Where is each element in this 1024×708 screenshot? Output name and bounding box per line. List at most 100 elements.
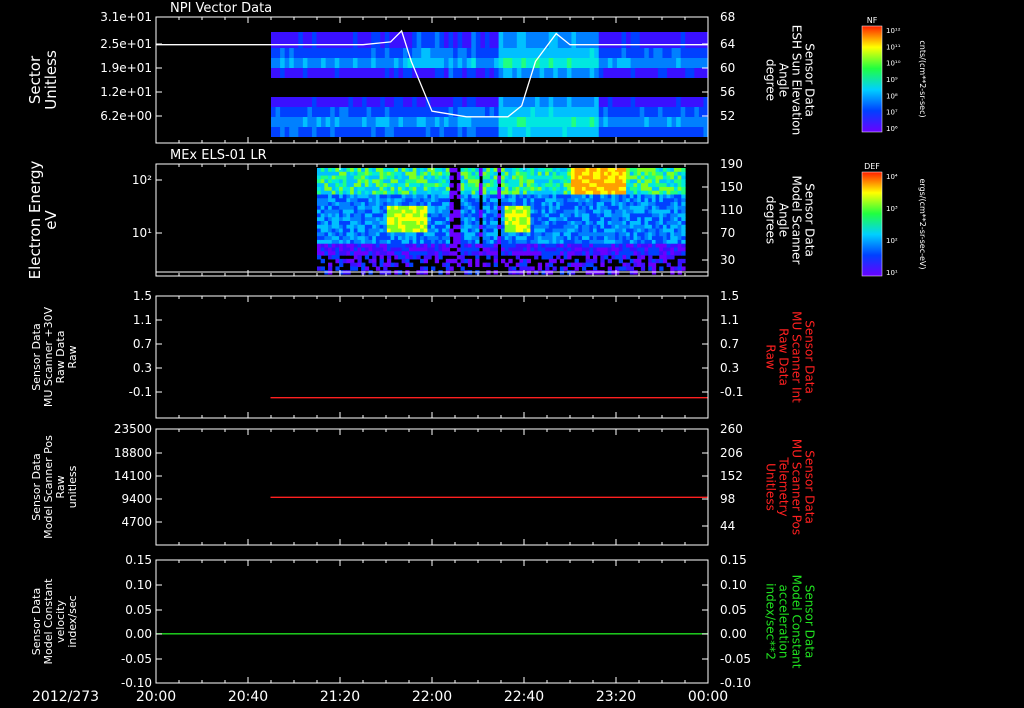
heatmap-cell — [607, 32, 614, 48]
heatmap-cell — [484, 107, 491, 117]
heatmap-cell — [523, 247, 528, 252]
heatmap-cell — [460, 213, 465, 218]
heatmap-cell — [364, 243, 370, 249]
heatmap-cell — [448, 107, 454, 117]
heatmap-cell — [339, 202, 344, 207]
heatmap-cell — [603, 32, 609, 48]
heatmap-cell — [489, 232, 495, 237]
heatmap-cell — [484, 68, 491, 78]
heatmap-cell — [420, 183, 425, 188]
heatmap-cell — [271, 58, 277, 68]
heatmap-cell — [585, 243, 590, 249]
heatmap-cell — [512, 221, 517, 226]
heatmap-cell — [442, 209, 447, 215]
heatmap-cell — [548, 127, 554, 137]
heatmap-cell — [655, 179, 660, 184]
heatmap-cell — [339, 183, 344, 188]
heatmap-cell — [316, 117, 322, 127]
heatmap-cell — [289, 48, 295, 58]
heatmap-cell — [489, 194, 495, 199]
heatmap-cell — [324, 213, 329, 218]
heatmap-cell — [556, 198, 561, 203]
heatmap-cell — [427, 198, 432, 203]
heatmap-cell — [556, 224, 561, 230]
heatmap-cell — [667, 58, 673, 68]
heatmap-cell — [640, 186, 646, 192]
heatmap-cell — [530, 198, 535, 203]
heatmap-cell — [562, 48, 568, 58]
heatmap-cell — [530, 117, 536, 127]
heatmap-cell — [475, 202, 480, 207]
heatmap-cell — [324, 190, 329, 196]
heatmap-cell — [321, 68, 327, 78]
heatmap-cell — [545, 205, 550, 211]
heatmap-cell — [670, 224, 675, 230]
heatmap-cell — [596, 213, 601, 218]
heatmap-cell — [515, 194, 520, 199]
heatmap-cell — [622, 198, 627, 203]
heatmap-cell — [648, 127, 654, 137]
heatmap-cell — [460, 266, 465, 271]
heatmap-cell — [494, 32, 500, 48]
heatmap-cell — [637, 251, 642, 256]
heatmap-cell — [416, 224, 421, 230]
heatmap-cell — [357, 186, 362, 192]
heatmap-cell — [289, 58, 295, 68]
heatmap-cell — [508, 168, 513, 173]
heatmap-cell — [626, 236, 631, 241]
heatmap-cell — [293, 127, 299, 137]
heatmap-cell — [640, 255, 646, 260]
heatmap-cell — [397, 247, 403, 252]
heatmap-cell — [453, 224, 458, 230]
heatmap-cell — [401, 258, 406, 264]
heatmap-cell — [361, 194, 366, 199]
heatmap-cell — [501, 213, 506, 218]
heatmap-cell — [366, 32, 372, 48]
heatmap-cell — [575, 32, 582, 48]
heatmap-cell — [655, 228, 660, 233]
heatmap-cell — [420, 258, 425, 264]
heatmap-cell — [680, 97, 686, 107]
heatmap-cell — [316, 32, 322, 48]
heatmap-cell — [615, 175, 620, 180]
heatmap-cell — [434, 243, 440, 249]
heatmap-cell — [357, 205, 362, 211]
heatmap-cell — [380, 58, 386, 68]
heatmap-cell — [673, 175, 679, 180]
heatmap-cell — [640, 217, 646, 222]
heatmap-cell — [629, 179, 635, 184]
right-axis-label-line: Sensor Data — [803, 43, 817, 117]
heatmap-cell — [567, 239, 572, 245]
heatmap-cell — [666, 221, 671, 226]
heatmap-cell — [589, 194, 594, 199]
heatmap-cell — [386, 168, 392, 173]
heatmap-cell — [673, 179, 679, 184]
heatmap-cell — [438, 255, 443, 260]
heatmap-cell — [375, 202, 381, 207]
heatmap-cell — [651, 213, 657, 218]
heatmap-cell — [412, 213, 417, 218]
heatmap-cell — [611, 209, 616, 215]
heatmap-cell — [434, 209, 440, 215]
heatmap-cell — [480, 58, 486, 68]
heatmap-cell — [655, 236, 660, 241]
heatmap-cell — [648, 68, 654, 78]
heatmap-cell — [475, 224, 480, 230]
heatmap-cell — [534, 186, 539, 192]
colorbar — [861, 25, 883, 133]
heatmap-cell — [386, 194, 392, 199]
heatmap-cell — [467, 239, 473, 245]
heatmap-cell — [651, 186, 657, 192]
heatmap-cell — [685, 127, 691, 137]
heatmap-cell — [611, 247, 616, 252]
heatmap-cell — [651, 221, 657, 226]
heatmap-cell — [640, 266, 646, 271]
heatmap-cell — [471, 107, 477, 117]
heatmap-cell — [284, 127, 290, 137]
y2-tick-label: 0.05 — [720, 603, 747, 617]
heatmap-cell — [685, 97, 691, 107]
heatmap-cell — [559, 179, 565, 184]
heatmap-cell — [611, 232, 616, 237]
heatmap-cell — [471, 198, 476, 203]
heatmap-cell — [350, 217, 355, 222]
